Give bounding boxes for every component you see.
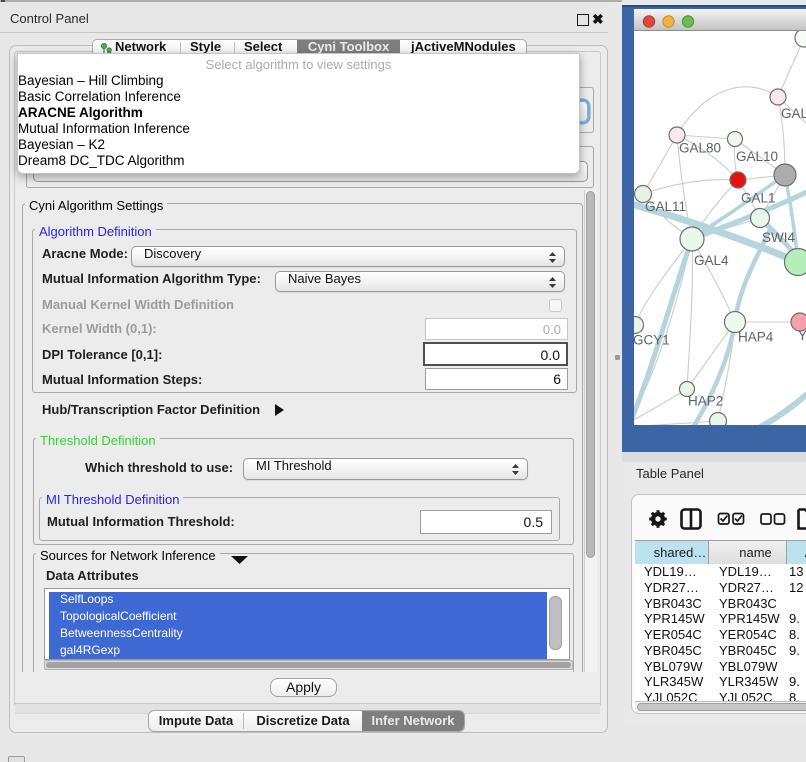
svg-text:HAP2: HAP2 xyxy=(688,394,723,409)
svg-text:GAL1: GAL1 xyxy=(741,191,776,206)
svg-text:SWI4: SWI4 xyxy=(762,230,795,245)
svg-text:GAL10: GAL10 xyxy=(736,149,778,164)
svg-text:GAL80: GAL80 xyxy=(679,141,721,156)
svg-text:Y: Y xyxy=(798,328,806,343)
svg-text:GAL7: GAL7 xyxy=(781,106,806,121)
svg-text:GCY1: GCY1 xyxy=(634,333,670,348)
svg-text:GAL11: GAL11 xyxy=(645,199,686,214)
svg-text:GAL4: GAL4 xyxy=(694,253,729,268)
svg-text:HAP4: HAP4 xyxy=(738,330,774,345)
